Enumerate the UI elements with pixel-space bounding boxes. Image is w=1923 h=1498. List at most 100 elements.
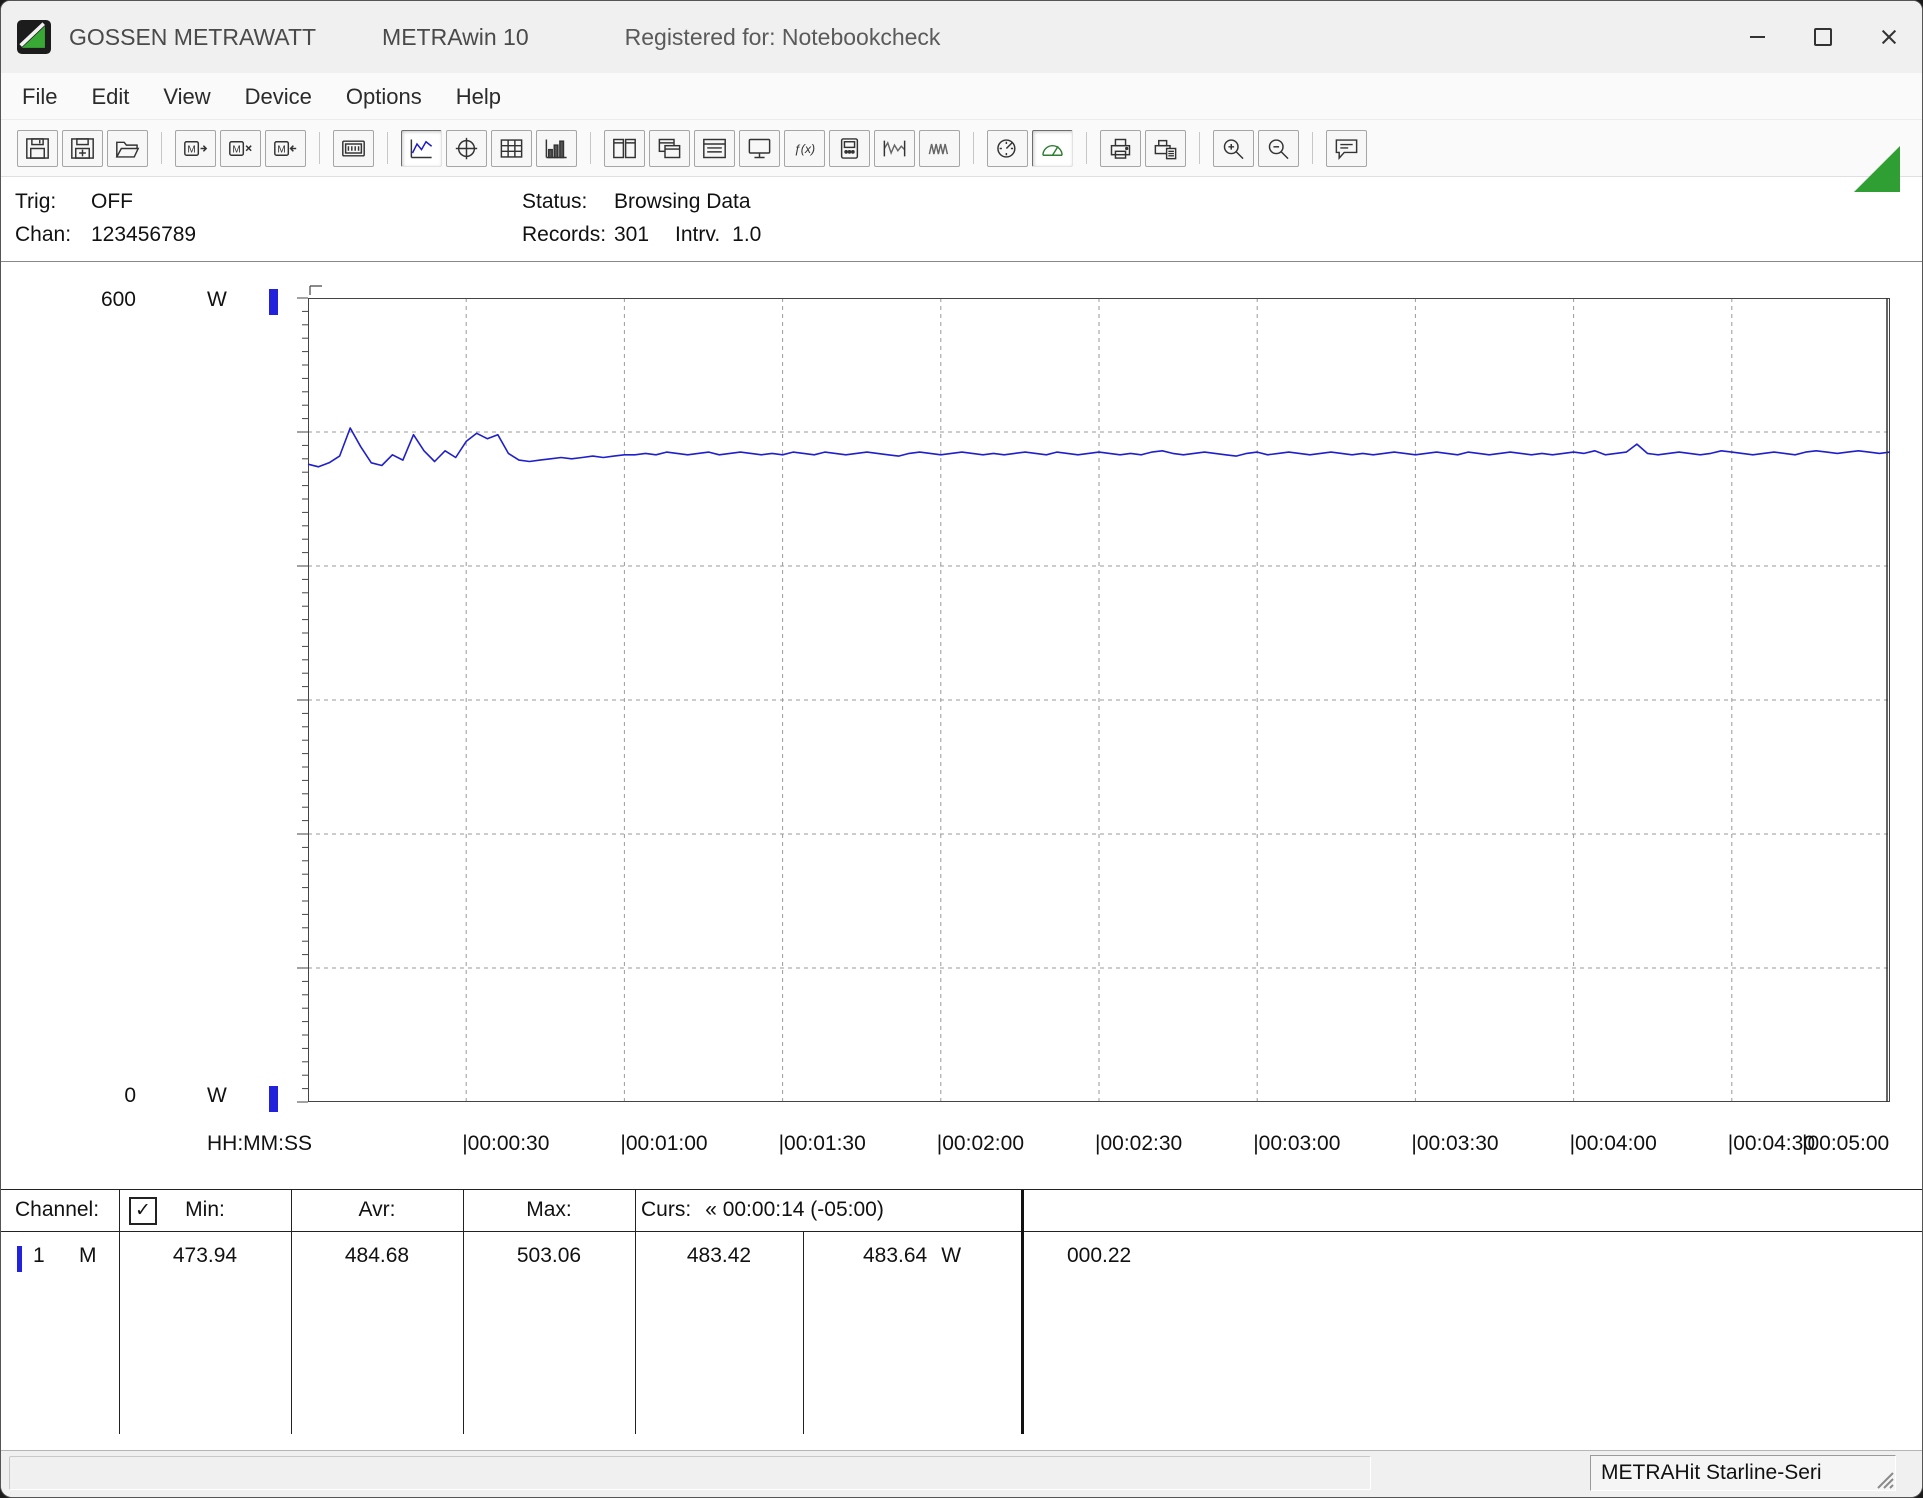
zoom-out-button[interactable] bbox=[1258, 129, 1299, 167]
cascade-windows-button[interactable] bbox=[649, 129, 690, 167]
clear-device-memory-button[interactable]: M bbox=[220, 129, 261, 167]
read-device-memory-icon: M bbox=[184, 140, 208, 156]
monitor-view-button[interactable] bbox=[739, 129, 780, 167]
menu-options[interactable]: Options bbox=[329, 74, 439, 119]
x-tick-label: |00:05:00 bbox=[1802, 1132, 1890, 1155]
y-axis-max-label: 600 bbox=[100, 288, 136, 311]
svg-text:ƒ(x): ƒ(x) bbox=[794, 142, 815, 156]
titlebar-brand: GOSSEN METRAWATT bbox=[69, 23, 317, 50]
chart-view-button[interactable] bbox=[401, 129, 442, 167]
scale-settings-icon bbox=[997, 138, 1016, 158]
toolbar: M M Mƒ(x) bbox=[1, 120, 1922, 177]
annotation-icon bbox=[1335, 138, 1358, 160]
maximize-icon bbox=[1814, 28, 1832, 46]
x-tick-label: |00:03:00 bbox=[1253, 1132, 1341, 1155]
trigger-label: Trig: bbox=[15, 190, 57, 213]
menu-view[interactable]: View bbox=[146, 74, 227, 119]
read-device-memory-button[interactable]: M bbox=[175, 129, 216, 167]
cursor-a-marker bbox=[309, 285, 322, 295]
waveform-min-button[interactable] bbox=[874, 129, 915, 167]
trigger-value: OFF bbox=[91, 190, 133, 213]
channel-mode: M bbox=[79, 1244, 97, 1267]
chart-view-icon bbox=[410, 139, 433, 158]
analog-gauge-button[interactable] bbox=[1032, 129, 1073, 167]
annotation-button[interactable] bbox=[1326, 129, 1367, 167]
open-file-button[interactable] bbox=[107, 129, 148, 167]
x-tick-label: |00:04:00 bbox=[1569, 1132, 1657, 1155]
titlebar[interactable]: GOSSEN METRAWATT METRAwin 10 Registered … bbox=[1, 1, 1922, 73]
x-tick-label: |00:01:00 bbox=[620, 1132, 708, 1155]
data-list-button[interactable] bbox=[694, 129, 735, 167]
tile-windows-button[interactable] bbox=[604, 129, 645, 167]
toolbar-separator bbox=[973, 132, 974, 164]
connected-device-label: METRAHit Starline-Seri bbox=[1601, 1461, 1822, 1484]
menu-help[interactable]: Help bbox=[439, 74, 518, 119]
toolbar-separator bbox=[319, 132, 320, 164]
menu-device[interactable]: Device bbox=[228, 74, 329, 119]
device-readout-button[interactable] bbox=[829, 129, 870, 167]
zoom-in-icon bbox=[1223, 138, 1244, 159]
save-measurement-button[interactable] bbox=[17, 129, 58, 167]
y-axis-min-label: 0 bbox=[124, 1084, 136, 1107]
power-chart bbox=[297, 285, 1891, 1103]
waveform-max-button[interactable] bbox=[919, 129, 960, 167]
svg-text:M: M bbox=[232, 144, 240, 155]
svg-text:M: M bbox=[187, 144, 195, 155]
device-display-icon bbox=[342, 139, 365, 157]
interval-label: Intrv. bbox=[675, 223, 721, 246]
cursor-b-value: 483.64 W bbox=[803, 1244, 1021, 1268]
app-icon bbox=[17, 20, 51, 54]
channels-value: 123456789 bbox=[91, 223, 197, 246]
channel-number: 1 bbox=[33, 1244, 45, 1267]
toolbar-separator bbox=[161, 132, 162, 164]
x-tick-label: |00:02:00 bbox=[936, 1132, 1024, 1155]
device-transfer-button[interactable]: M bbox=[265, 129, 306, 167]
menu-edit[interactable]: Edit bbox=[74, 74, 146, 119]
info-strip: Trig: OFF Chan: 123456789 Status: Browsing … bbox=[1, 177, 1922, 261]
close-button[interactable] bbox=[1856, 1, 1922, 73]
menu-file[interactable]: File bbox=[5, 74, 74, 119]
maximize-button[interactable] bbox=[1790, 1, 1856, 73]
table-column-divider bbox=[291, 1190, 292, 1434]
print-preview-icon bbox=[1154, 139, 1177, 159]
zoom-in-button[interactable] bbox=[1213, 129, 1254, 167]
formula-button[interactable]: ƒ(x) bbox=[784, 129, 825, 167]
save-measurement-icon bbox=[26, 137, 49, 159]
status-label: Status: bbox=[522, 190, 588, 213]
minimize-button[interactable] bbox=[1724, 1, 1790, 73]
toolbar-separator bbox=[1086, 132, 1087, 164]
print-button[interactable] bbox=[1100, 129, 1141, 167]
device-readout-icon bbox=[840, 137, 859, 159]
app-window: GOSSEN METRAWATT METRAwin 10 Registered … bbox=[0, 0, 1923, 1498]
y-axis-unit-bottom: W bbox=[207, 1084, 227, 1107]
clear-device-memory-icon: M bbox=[229, 140, 252, 156]
print-preview-button[interactable] bbox=[1145, 129, 1186, 167]
waveform-max-icon bbox=[928, 143, 949, 154]
col-header-channel: Channel: bbox=[15, 1198, 100, 1221]
save-configuration-button[interactable] bbox=[62, 129, 103, 167]
table-view-icon bbox=[500, 138, 523, 158]
table-view-button[interactable] bbox=[491, 129, 532, 167]
toolbar-separator bbox=[387, 132, 388, 164]
x-tick-label: |00:02:30 bbox=[1095, 1132, 1183, 1155]
cursor-label: Curs: bbox=[641, 1198, 692, 1221]
xy-view-button[interactable] bbox=[446, 129, 487, 167]
resize-grip[interactable] bbox=[1870, 1465, 1894, 1489]
scale-settings-button[interactable] bbox=[987, 129, 1028, 167]
device-transfer-icon: M bbox=[274, 140, 297, 156]
svg-text:M: M bbox=[277, 144, 285, 155]
open-file-icon bbox=[115, 141, 140, 158]
interval-value: 1.0 bbox=[732, 223, 762, 246]
cursor-b-unit: W bbox=[941, 1244, 962, 1267]
measurement-table: Channel: ✓ Min: Avr: Max: Curs: « 00:00:1… bbox=[1, 1189, 1922, 1450]
overview-corner-button[interactable] bbox=[1854, 146, 1900, 192]
table-cursor-divider bbox=[1021, 1190, 1024, 1434]
statusbar: METRAHit Starline-Seri bbox=[1, 1450, 1922, 1497]
min-value: 473.94 bbox=[172, 1244, 238, 1267]
plot-area[interactable] bbox=[297, 285, 1891, 1103]
status-records-info: Status: Browsing Data Records: 301 Intrv. 1.… bbox=[522, 185, 761, 251]
print-icon bbox=[1110, 138, 1131, 159]
statistics-view-button[interactable] bbox=[536, 129, 577, 167]
col-header-max: Max: bbox=[526, 1198, 572, 1221]
device-display-button[interactable] bbox=[333, 129, 374, 167]
